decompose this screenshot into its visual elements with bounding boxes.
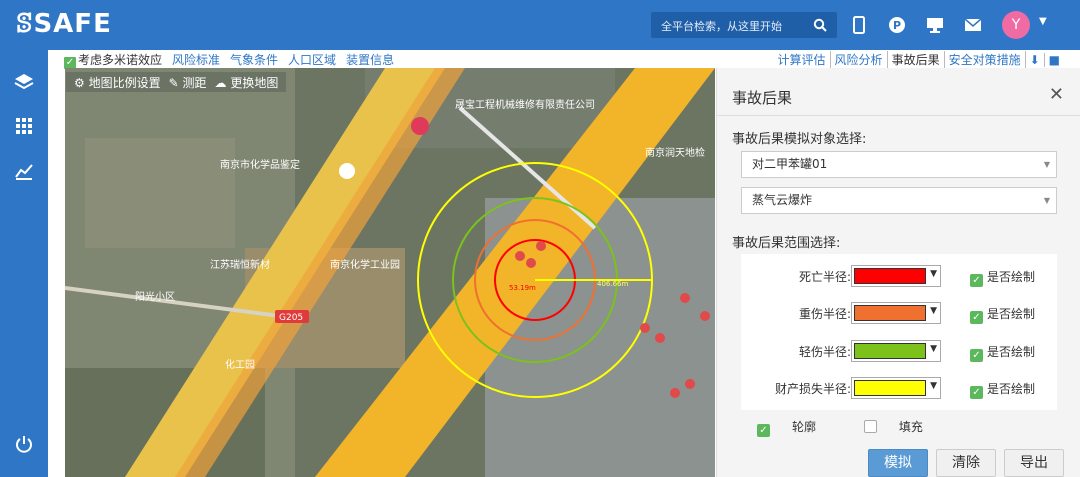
- close-icon[interactable]: ✕: [1049, 84, 1064, 105]
- simulate-button[interactable]: 模拟: [868, 449, 928, 477]
- clear-button[interactable]: 清除: [936, 449, 996, 477]
- minor-radius-row: 轻伤半径: ▼ ✓ 是否绘制: [741, 336, 1057, 366]
- map-canvas[interactable]: G205 南京市化学品鉴定 江苏瑞恒新材 南京化学工业园 阳光小区 化工园 南京…: [65, 68, 715, 477]
- map-label-place4: 阳光小区: [135, 290, 175, 303]
- chevron-down-icon: ▼: [1043, 160, 1050, 169]
- search-icon[interactable]: [813, 18, 827, 32]
- target-select[interactable]: 对二甲苯罐01 ▼: [741, 151, 1057, 178]
- tab-calc[interactable]: 计算评估: [774, 51, 831, 68]
- link-risk-standard[interactable]: 风险标准: [172, 51, 220, 69]
- death-color-picker[interactable]: ▼: [851, 265, 941, 287]
- toolbar-left: ✓ 考虑多米诺效应 风险标准 气象条件 人口区域 装置信息: [64, 51, 394, 69]
- property-draw-checkbox[interactable]: ✓ 是否绘制: [970, 380, 1035, 399]
- target-label: 事故后果模拟对象选择:: [732, 132, 867, 147]
- global-search[interactable]: 全平台检索，从这里开始: [651, 12, 837, 38]
- map-label-place2: 江苏瑞恒新材: [210, 258, 270, 271]
- sidebar: [0, 50, 48, 477]
- satellite-map[interactable]: G205 南京市化学品鉴定 江苏瑞恒新材 南京化学工业园 阳光小区 化工园 南京…: [65, 68, 715, 477]
- domino-checkbox[interactable]: ✓ 考虑多米诺效应: [64, 51, 162, 69]
- property-radius-row: 财产损失半径: ▼ ✓ 是否绘制: [741, 373, 1057, 403]
- consequence-panel: 事故后果 ✕ 事故后果模拟对象选择: 对二甲苯罐01 ▼ 蒸气云爆炸 ▼ 事故后果范…: [716, 68, 1080, 477]
- radius-label-property: 406.66m: [597, 280, 628, 288]
- fill-checkbox[interactable]: 填充: [863, 420, 945, 434]
- map-label-place5: 化工园: [225, 358, 255, 371]
- tab-risk[interactable]: 风险分析: [831, 51, 888, 68]
- download-icon[interactable]: ⬇: [1026, 52, 1045, 67]
- search-placeholder[interactable]: 全平台检索，从这里开始: [661, 18, 782, 34]
- domino-label: 考虑多米诺效应: [78, 53, 163, 67]
- minor-draw-checkbox[interactable]: ✓ 是否绘制: [970, 343, 1035, 362]
- tab-consequence[interactable]: 事故后果: [888, 51, 945, 68]
- layers-icon[interactable]: [14, 72, 34, 92]
- mobile-icon[interactable]: [849, 15, 869, 35]
- map-label-place1: 南京市化学品鉴定: [220, 158, 300, 171]
- monitor-icon[interactable]: [925, 15, 945, 35]
- map-tools: ⚙ 地图比例设置 ✎ 测距 ☁ 更换地图: [66, 72, 287, 92]
- power-icon[interactable]: [14, 434, 34, 454]
- link-device-info[interactable]: 装置信息: [346, 51, 394, 69]
- serious-color-picker[interactable]: ▼: [851, 302, 941, 324]
- minor-color-picker[interactable]: ▼: [851, 340, 941, 362]
- map-label-factory: 晟宝工程机械维修有限责任公司: [455, 98, 595, 111]
- change-map[interactable]: ☁ 更换地图: [214, 74, 278, 91]
- chevron-down-icon[interactable]: ▼: [1039, 16, 1047, 27]
- radius-label-death: 53.19m: [509, 284, 536, 292]
- avatar[interactable]: Y: [1002, 11, 1030, 39]
- chart-icon[interactable]: [14, 161, 34, 181]
- parking-icon[interactable]: P: [887, 15, 907, 35]
- tab-measures[interactable]: 安全对策措施: [945, 51, 1026, 68]
- mail-icon[interactable]: [963, 15, 983, 35]
- tool-bar: ✓ 考虑多米诺效应 风险标准 气象条件 人口区域 装置信息 计算评估 风险分析 事…: [48, 50, 1080, 69]
- serious-radius-row: 重伤半径: ▼ ✓ 是否绘制: [741, 298, 1057, 328]
- link-weather[interactable]: 气象条件: [230, 51, 278, 69]
- export-button[interactable]: 导出: [1004, 449, 1064, 477]
- map-scale-setting[interactable]: ⚙ 地图比例设置: [74, 74, 161, 91]
- death-draw-checkbox[interactable]: ✓ 是否绘制: [970, 268, 1035, 287]
- chevron-down-icon: ▼: [1043, 196, 1050, 205]
- panel-title: 事故后果: [732, 89, 793, 107]
- folder-icon[interactable]: ■: [1045, 53, 1064, 67]
- map-label-station: 南京润天地检: [645, 146, 705, 159]
- measure-tool[interactable]: ✎ 测距: [169, 74, 207, 91]
- accident-type-select[interactable]: 蒸气云爆炸 ▼: [741, 187, 1057, 214]
- link-population[interactable]: 人口区域: [288, 51, 336, 69]
- death-radius-row: 死亡半径: ▼ ✓ 是否绘制: [741, 261, 1057, 291]
- top-bar: ꕷSAFE 全平台检索，从这里开始 P Y ▼: [0, 0, 1080, 50]
- map-label-place3: 南京化学工业园: [330, 258, 400, 271]
- grid-icon[interactable]: [14, 116, 34, 136]
- panel-divider: [717, 115, 1080, 116]
- road-tag: G205: [279, 313, 303, 323]
- range-label: 事故后果范围选择:: [732, 236, 841, 251]
- toolbar-right: 计算评估 风险分析 事故后果 安全对策措施 ⬇ ■: [774, 51, 1064, 68]
- range-box: 死亡半径: ▼ ✓ 是否绘制 重伤半径: ▼ ✓ 是否绘制 轻伤半径: ▼ ✓ 是否绘…: [741, 254, 1057, 410]
- render-options: ✓ 轮廓 填充: [757, 418, 967, 437]
- svg-text:P: P: [893, 19, 901, 32]
- property-color-picker[interactable]: ▼: [851, 377, 941, 399]
- serious-draw-checkbox[interactable]: ✓ 是否绘制: [970, 305, 1035, 324]
- outline-checkbox[interactable]: ✓ 轮廓: [757, 420, 838, 437]
- app-logo[interactable]: ꕷSAFE: [16, 9, 112, 40]
